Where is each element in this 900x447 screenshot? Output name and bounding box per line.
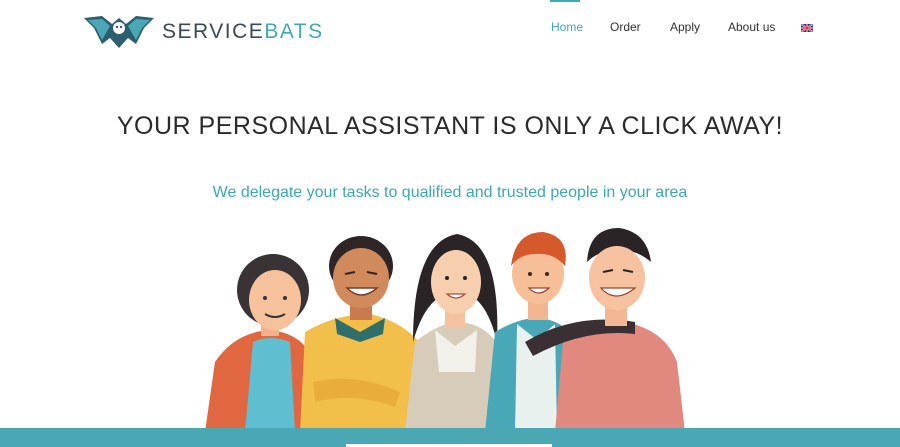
person-1 (205, 254, 315, 432)
nav-home[interactable]: Home (551, 20, 583, 34)
person-2 (300, 236, 425, 432)
uk-flag-icon[interactable] (801, 24, 813, 32)
active-nav-indicator (550, 0, 580, 2)
nav-order[interactable]: Order (610, 20, 641, 34)
nav-apply[interactable]: Apply (670, 20, 700, 34)
people-illustration (205, 228, 685, 432)
hero-title: YOUR PERSONAL ASSISTANT IS ONLY A CLICK … (116, 112, 784, 140)
nav-about-us[interactable]: About us (728, 20, 775, 34)
main-nav: Home Order Apply About us (0, 0, 900, 40)
site-header: SERVICEBATS Home Order Apply About us (0, 0, 900, 60)
hero-subtitle: We delegate your tasks to qualified and … (212, 184, 688, 201)
